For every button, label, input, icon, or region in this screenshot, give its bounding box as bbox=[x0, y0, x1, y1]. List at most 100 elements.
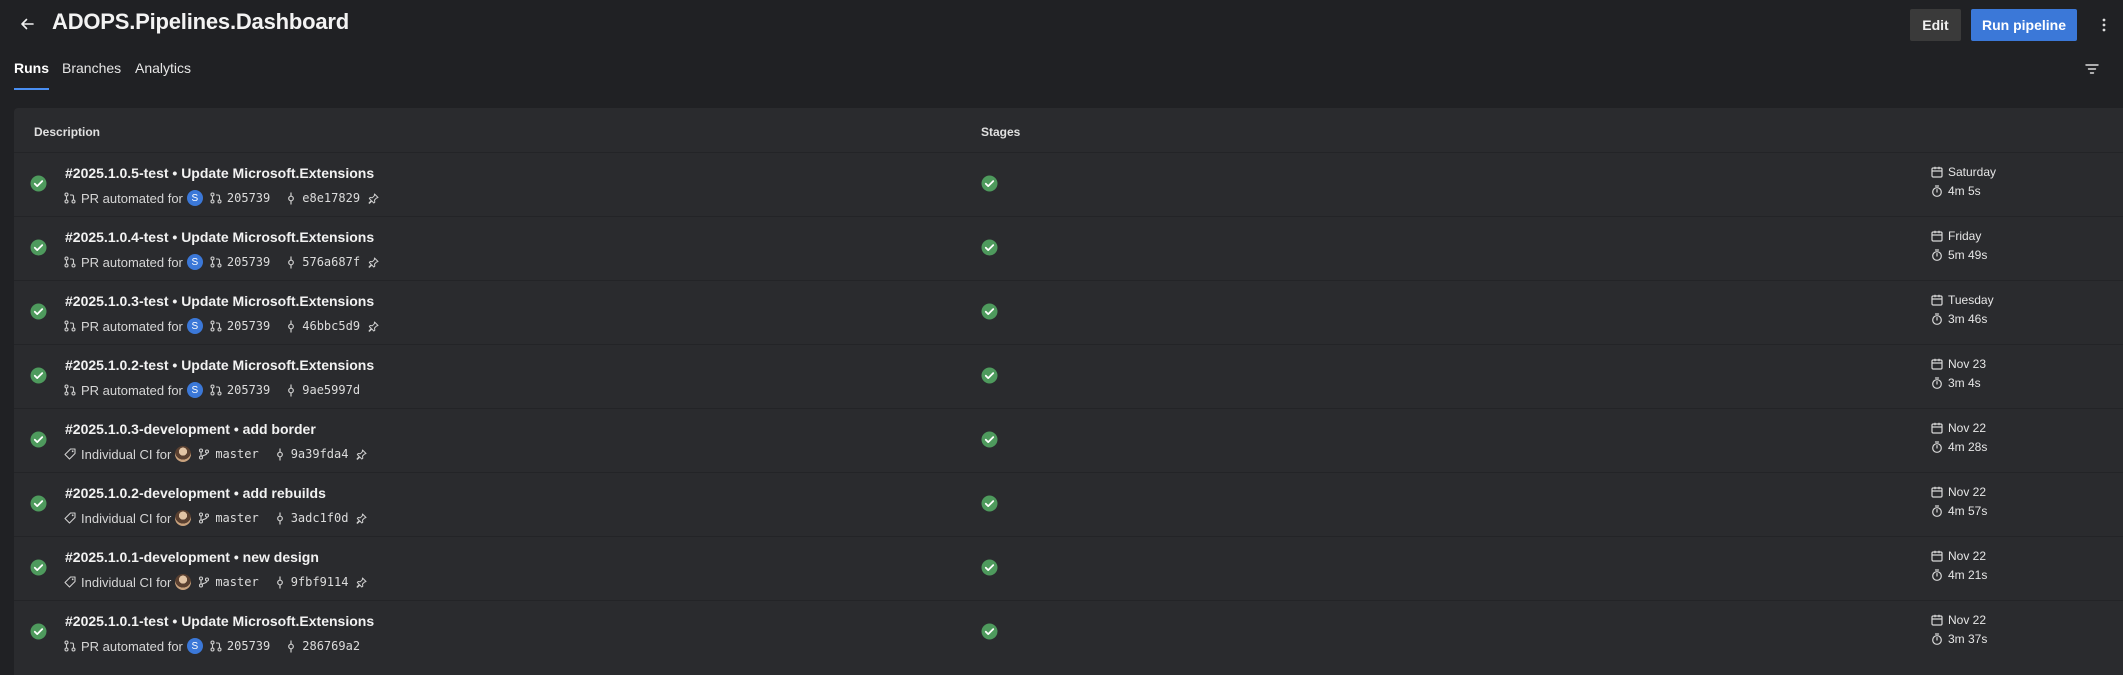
run-title[interactable]: #2025.1.0.2-test • Update Microsoft.Exte… bbox=[65, 357, 374, 373]
run-meta: PR automated for S 205739 46bbc5d9 bbox=[63, 317, 384, 335]
run-commit[interactable]: 3adc1f0d bbox=[291, 511, 349, 525]
commit-icon bbox=[284, 255, 298, 269]
run-duration: 3m 46s bbox=[1931, 312, 1987, 326]
calendar-icon bbox=[1931, 550, 1943, 562]
run-commit[interactable]: 9fbf9114 bbox=[291, 575, 349, 589]
stage-success-icon[interactable] bbox=[981, 431, 998, 448]
run-duration: 4m 5s bbox=[1931, 184, 1981, 198]
calendar-icon bbox=[1931, 166, 1943, 178]
run-title[interactable]: #2025.1.0.5-test • Update Microsoft.Exte… bbox=[65, 165, 374, 181]
run-ref[interactable]: 205739 bbox=[227, 255, 270, 269]
run-title[interactable]: #2025.1.0.1-development • new design bbox=[65, 549, 319, 565]
run-reason: PR automated for bbox=[81, 254, 183, 270]
run-date: Nov 22 bbox=[1931, 485, 1986, 499]
pin-icon[interactable] bbox=[366, 191, 380, 205]
stage-success-icon[interactable] bbox=[981, 495, 998, 512]
stage-success-icon[interactable] bbox=[981, 175, 998, 192]
run-ref[interactable]: master bbox=[215, 447, 258, 461]
column-header-description: Description bbox=[34, 125, 101, 139]
filter-button[interactable] bbox=[2081, 58, 2103, 80]
pull-request-icon bbox=[209, 319, 223, 333]
run-reason: Individual CI for bbox=[81, 510, 172, 526]
avatar bbox=[175, 574, 192, 590]
run-row[interactable]: #2025.1.0.2-test • Update Microsoft.Exte… bbox=[14, 344, 2123, 408]
pin-icon[interactable] bbox=[354, 447, 368, 461]
run-ref[interactable]: 205739 bbox=[227, 639, 270, 653]
more-actions-button[interactable] bbox=[2093, 12, 2115, 38]
run-row[interactable]: #2025.1.0.3-development • add border Ind… bbox=[14, 408, 2123, 472]
run-reason: PR automated for bbox=[81, 318, 183, 334]
status-success-icon bbox=[30, 559, 47, 576]
stage-success-icon[interactable] bbox=[981, 239, 998, 256]
tab-analytics[interactable]: Analytics bbox=[135, 60, 191, 90]
run-meta: Individual CI for master 9fbf9114 bbox=[63, 573, 372, 591]
tab-branches[interactable]: Branches bbox=[62, 60, 121, 90]
run-date: Tuesday bbox=[1931, 293, 1994, 307]
run-row[interactable]: #2025.1.0.4-test • Update Microsoft.Exte… bbox=[14, 216, 2123, 280]
pull-request-icon bbox=[209, 639, 223, 653]
pull-request-icon bbox=[63, 255, 77, 269]
run-commit[interactable]: 576a687f bbox=[302, 255, 360, 269]
pull-request-icon bbox=[209, 191, 223, 205]
avatar: S bbox=[186, 254, 203, 270]
run-row[interactable]: #2025.1.0.3-test • Update Microsoft.Exte… bbox=[14, 280, 2123, 344]
run-title[interactable]: #2025.1.0.3-test • Update Microsoft.Exte… bbox=[65, 293, 374, 309]
run-ref[interactable]: 205739 bbox=[227, 383, 270, 397]
run-duration: 3m 37s bbox=[1931, 632, 1987, 646]
stopwatch-icon bbox=[1931, 633, 1943, 645]
branch-icon bbox=[197, 447, 211, 461]
back-button[interactable] bbox=[14, 11, 40, 37]
run-ref[interactable]: 205739 bbox=[227, 191, 270, 205]
run-title[interactable]: #2025.1.0.2-development • add rebuilds bbox=[65, 485, 326, 501]
run-row[interactable]: #2025.1.0.1-development • new design Ind… bbox=[14, 536, 2123, 600]
tab-runs[interactable]: Runs bbox=[14, 60, 49, 90]
run-ref[interactable]: master bbox=[215, 575, 258, 589]
more-vertical-icon bbox=[2102, 18, 2106, 32]
pin-icon[interactable] bbox=[366, 319, 380, 333]
run-ref[interactable]: master bbox=[215, 511, 258, 525]
run-reason: Individual CI for bbox=[81, 446, 172, 462]
run-pipeline-button[interactable]: Run pipeline bbox=[1971, 9, 2077, 41]
run-commit[interactable]: 9a39fda4 bbox=[291, 447, 349, 461]
stopwatch-icon bbox=[1931, 441, 1943, 453]
stage-success-icon[interactable] bbox=[981, 303, 998, 320]
pin-icon[interactable] bbox=[354, 511, 368, 525]
run-commit[interactable]: 286769a2 bbox=[302, 639, 360, 653]
run-meta: Individual CI for master 9a39fda4 bbox=[63, 445, 372, 463]
stopwatch-icon bbox=[1931, 185, 1943, 197]
pull-request-icon bbox=[63, 383, 77, 397]
stopwatch-icon bbox=[1931, 569, 1943, 581]
run-row[interactable]: #2025.1.0.1-test • Update Microsoft.Exte… bbox=[14, 600, 2123, 664]
pin-icon[interactable] bbox=[354, 575, 368, 589]
stage-success-icon[interactable] bbox=[981, 559, 998, 576]
run-title[interactable]: #2025.1.0.3-development • add border bbox=[65, 421, 316, 437]
avatar: S bbox=[186, 638, 203, 654]
run-meta: PR automated for S 205739 576a687f bbox=[63, 253, 384, 271]
pin-icon[interactable] bbox=[366, 255, 380, 269]
run-commit[interactable]: 9ae5997d bbox=[302, 383, 360, 397]
run-row[interactable]: #2025.1.0.5-test • Update Microsoft.Exte… bbox=[14, 152, 2123, 216]
run-ref[interactable]: 205739 bbox=[227, 319, 270, 333]
run-duration: 4m 28s bbox=[1931, 440, 1987, 454]
run-row[interactable]: #2025.1.0.2-development • add rebuilds I… bbox=[14, 472, 2123, 536]
run-title[interactable]: #2025.1.0.4-test • Update Microsoft.Exte… bbox=[65, 229, 374, 245]
commit-icon bbox=[284, 639, 298, 653]
avatar: S bbox=[186, 190, 203, 206]
avatar: S bbox=[186, 318, 203, 334]
run-commit[interactable]: e8e17829 bbox=[302, 191, 360, 205]
run-date: Friday bbox=[1931, 229, 1981, 243]
run-commit[interactable]: 46bbc5d9 bbox=[302, 319, 360, 333]
run-title[interactable]: #2025.1.0.1-test • Update Microsoft.Exte… bbox=[65, 613, 374, 629]
stage-success-icon[interactable] bbox=[981, 367, 998, 384]
status-success-icon bbox=[30, 239, 47, 256]
run-date: Saturday bbox=[1931, 165, 1996, 179]
stopwatch-icon bbox=[1931, 313, 1943, 325]
calendar-icon bbox=[1931, 294, 1943, 306]
avatar bbox=[175, 446, 192, 462]
branch-icon bbox=[197, 575, 211, 589]
status-success-icon bbox=[30, 175, 47, 192]
status-success-icon bbox=[30, 495, 47, 512]
run-duration: 3m 4s bbox=[1931, 376, 1981, 390]
edit-button[interactable]: Edit bbox=[1910, 9, 1961, 41]
stage-success-icon[interactable] bbox=[981, 623, 998, 640]
